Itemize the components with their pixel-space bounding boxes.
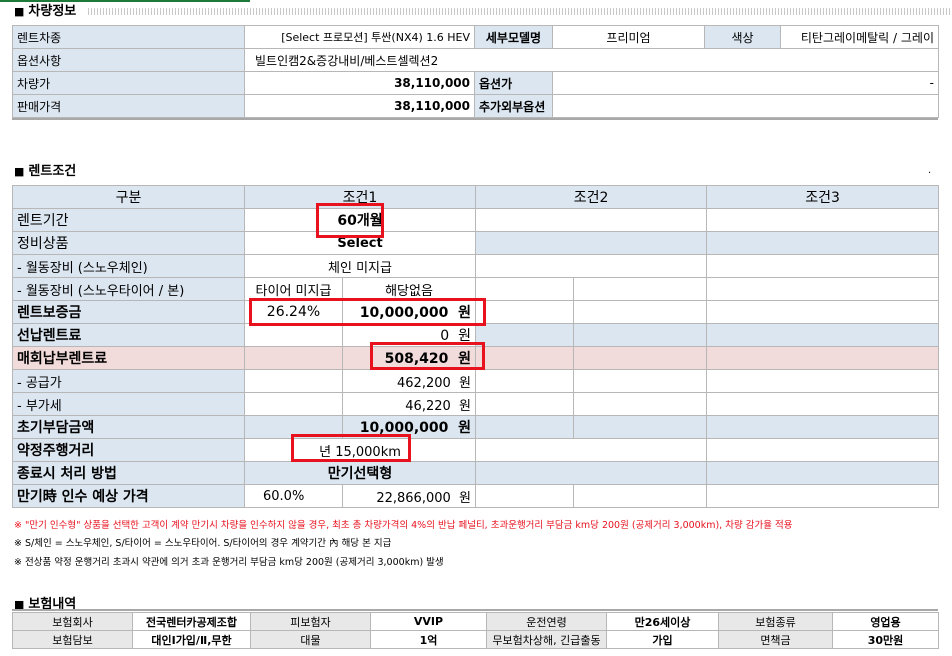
model-value: [Select 프로모션] 투싼(NX4) 1.6 HEV <box>244 25 475 49</box>
prepay-label: 선납렌트료 <box>12 323 245 347</box>
options-value: 빌트인캠2&증강내비/베스트셀렉션2 <box>244 48 939 72</box>
color-value: 티탄그레이메탈릭 / 그레이 <box>780 25 939 49</box>
residual-value: 22,866,000 <box>376 490 451 506</box>
residual-pct: 60.0% <box>244 484 343 508</box>
option-price-value: - <box>552 71 939 95</box>
row-end-method: 종료시 처리 방법 만기선택형 <box>12 461 940 485</box>
vehicle-table: 렌트차종 [Select 프로모션] 투싼(NX4) 1.6 HEV 세부모델명… <box>12 25 939 118</box>
end-label: 종료시 처리 방법 <box>12 461 245 485</box>
col-condition-2: 조건2 <box>475 185 708 209</box>
ins-company-value: 전국렌터카공제조합 <box>132 612 251 631</box>
ins-property-label: 대물 <box>250 630 371 649</box>
deposit-label: 렌트보증금 <box>12 300 245 324</box>
note-1: ※ "만기 인수형" 상품을 선택한 고객이 계약 만기시 차량을 인수하지 않… <box>14 520 793 531</box>
row-initial: 초기부담금액 10,000,000 원 <box>12 415 940 439</box>
options-label: 옵션사항 <box>12 48 245 72</box>
row-supply: - 공급가 462,200 원 <box>12 369 940 393</box>
vehicle-row-price: 차량가 38,110,000 옵션가 - <box>12 71 939 95</box>
residual-label: 만기時 인수 예상 가격 <box>12 484 245 508</box>
ins-company-label: 보험회사 <box>12 612 133 631</box>
ins-age-label: 운전연령 <box>486 612 607 631</box>
initial-label: 초기부담금액 <box>12 415 245 439</box>
top-accent-bar <box>0 0 952 4</box>
vehicle-row-model: 렌트차종 [Select 프로모션] 투싼(NX4) 1.6 HEV 세부모델명… <box>12 25 939 49</box>
vehicle-row-sale: 판매가격 38,110,000 추가외부옵션 <box>12 94 939 118</box>
ins-type-label: 보험종류 <box>718 612 833 631</box>
sale-label: 판매가격 <box>12 94 245 118</box>
row-residual: 만기時 인수 예상 가격 60.0% 22,866,000 원 <box>12 484 940 508</box>
insurance-table: 보험회사 전국렌터카공제조합 피보험자 VVIP 운전연령 만26세이상 보험종… <box>12 612 939 649</box>
ins-insured-value: VVIP <box>370 612 487 631</box>
ins-uninsured-value: 가입 <box>606 630 719 649</box>
insurance-top-rule <box>12 609 938 611</box>
vehicle-row-options: 옵션사항 빌트인캠2&증강내비/베스트셀렉션2 <box>12 48 939 72</box>
insurance-row-1: 보험회사 전국렌터카공제조합 피보험자 VVIP 운전연령 만26세이상 보험종… <box>12 612 939 631</box>
maint-label: 정비상품 <box>12 231 245 255</box>
rent-header-row: 구분 조건1 조건2 조건3 <box>12 185 940 209</box>
color-label: 색상 <box>704 25 781 49</box>
price-label: 차량가 <box>12 71 245 95</box>
price-value: 38,110,000 <box>244 71 475 95</box>
end-value: 만기선택형 <box>243 461 477 485</box>
vehicle-bottom-rule <box>12 118 938 120</box>
ins-property-value: 1억 <box>370 630 487 649</box>
row-mileage: 약정주행거리 년 15,000km <box>12 438 940 462</box>
vat-unit: 원 <box>459 398 472 414</box>
vat-value: 46,220 <box>405 398 451 414</box>
highlight-monthly <box>370 342 485 370</box>
ins-deductible-value: 30만원 <box>832 630 939 649</box>
vehicle-title-hatch <box>88 8 952 15</box>
supply-label: - 공급가 <box>12 369 245 393</box>
rent-section-title: ■ 렌트조건 <box>14 164 77 179</box>
vat-label: - 부가세 <box>12 392 245 416</box>
col-category: 구분 <box>12 185 245 209</box>
note-3: ※ 전상품 약정 운행거리 초과시 약관에 의거 초과 운행거리 부담금 km당… <box>14 557 444 568</box>
chain-value: 체인 미지급 <box>243 254 477 278</box>
ins-uninsured-label: 무보험차상해, 긴급출동 <box>486 630 607 649</box>
ins-deductible-label: 면책금 <box>718 630 833 649</box>
extra-label: 추가외부옵션 <box>474 94 553 118</box>
ins-type-value: 영업용 <box>832 612 939 631</box>
row-period: 렌트기간 60개월 <box>12 208 940 232</box>
extra-value <box>552 94 939 118</box>
monthly-label: 매회납부렌트료 <box>12 346 245 370</box>
sale-value: 38,110,000 <box>244 94 475 118</box>
row-maintenance: 정비상품 Select <box>12 231 940 255</box>
supply-value: 462,200 <box>397 375 451 391</box>
ins-age-value: 만26세이상 <box>606 612 719 631</box>
option-price-label: 옵션가 <box>474 71 553 95</box>
highlight-mileage <box>291 434 411 462</box>
ins-insured-label: 피보험자 <box>250 612 371 631</box>
chain-label: - 월동장비 (스노우체인) <box>12 254 245 278</box>
residual-unit: 원 <box>459 490 472 506</box>
row-chain: - 월동장비 (스노우체인) 체인 미지급 <box>12 254 940 278</box>
period-label: 렌트기간 <box>12 208 245 232</box>
tire-label: - 월동장비 (스노우타이어 / 본) <box>12 277 245 301</box>
note-2: ※ S/체인 = 스노우체인, S/타이어 = 스노우타이어. S/타이어의 경… <box>14 538 392 549</box>
supply-unit: 원 <box>459 375 472 391</box>
model-label: 렌트차종 <box>12 25 245 49</box>
mileage-label: 약정주행거리 <box>12 438 245 462</box>
vehicle-section-title: ■ 차량정보 <box>14 4 77 19</box>
row-vat: - 부가세 46,220 원 <box>12 392 940 416</box>
initial-unit: 원 <box>458 420 472 436</box>
submodel-value: 프리미엄 <box>552 25 705 49</box>
rent-dot: . <box>928 165 932 176</box>
highlight-deposit <box>249 298 486 326</box>
insurance-row-2: 보험담보 대인Ⅰ가입/Ⅱ,무한 대물 1억 무보험차상해, 긴급출동 가입 면책… <box>12 630 939 649</box>
ins-coverage-value: 대인Ⅰ가입/Ⅱ,무한 <box>132 630 251 649</box>
submodel-label: 세부모델명 <box>474 25 553 49</box>
highlight-period <box>316 203 384 238</box>
col-condition-3: 조건3 <box>706 185 940 209</box>
ins-coverage-label: 보험담보 <box>12 630 133 649</box>
